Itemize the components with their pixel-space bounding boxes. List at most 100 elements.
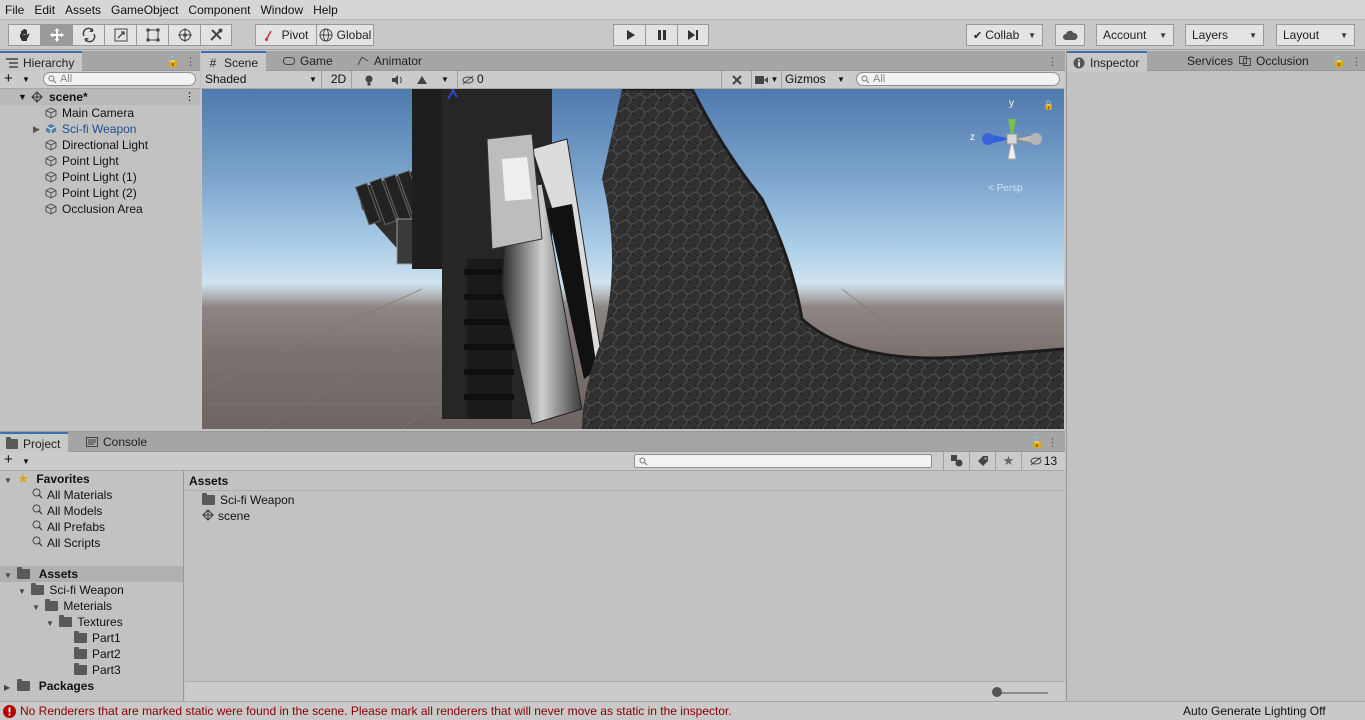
lock-icon[interactable]: 🔒	[1332, 55, 1346, 68]
icon-size-slider-track[interactable]	[998, 692, 1048, 694]
tab-scene[interactable]: # Scene	[201, 51, 267, 72]
chevron-down-icon: ▼	[1340, 30, 1348, 40]
rotate-tool-button[interactable]	[72, 24, 104, 46]
scale-tool-button[interactable]	[104, 24, 136, 46]
tree-folder-part1[interactable]: Part1	[74, 630, 121, 646]
folder-label: Meterials	[63, 599, 113, 613]
tab-console[interactable]: Console	[80, 432, 155, 452]
global-button[interactable]: Global	[316, 24, 374, 46]
lightbulb-icon[interactable]	[363, 74, 375, 86]
pivot-button[interactable]: Pivot	[255, 24, 316, 46]
collab-group: ✔ Collab ▼	[966, 24, 1043, 46]
tree-folder-part2[interactable]: Part2	[74, 646, 121, 662]
chevron-down-icon[interactable]: ▼	[441, 75, 449, 84]
tag-icon	[977, 456, 988, 466]
pause-button[interactable]	[645, 24, 677, 46]
auto-lighting-status[interactable]: Auto Generate Lighting Off	[1183, 702, 1326, 720]
assets-root[interactable]: ▼ Assets	[0, 566, 183, 582]
gizmo-projection-label[interactable]: < Persp	[988, 183, 1023, 194]
tree-folder-meterials[interactable]: ▼ Meterials	[32, 598, 112, 614]
kebab-menu-icon[interactable]: ⋮	[1047, 55, 1058, 68]
tab-occlusion[interactable]: Occlusion	[1233, 51, 1317, 71]
tree-folder-textures[interactable]: ▼ Textures	[46, 614, 123, 630]
move-tool-button[interactable]	[40, 24, 72, 46]
hidden-packages-toggle[interactable]: 13	[1021, 452, 1065, 470]
chevron-right-icon[interactable]: ▶	[33, 121, 40, 137]
lock-icon[interactable]: 🔒	[166, 55, 180, 68]
favorite-item-all-materials[interactable]: All Materials	[32, 487, 112, 503]
create-plus-icon[interactable]: +	[4, 451, 13, 468]
play-button[interactable]	[613, 24, 645, 46]
hand-tool-button[interactable]	[8, 24, 40, 46]
2d-toggle[interactable]: 2D	[326, 71, 352, 88]
tab-game[interactable]: Game	[277, 51, 341, 71]
asset-item-sci-fi-weapon[interactable]: Sci-fi Weapon	[202, 492, 294, 508]
tree-folder-part3[interactable]: Part3	[74, 662, 121, 678]
kebab-menu-icon[interactable]: ⋮	[1351, 55, 1362, 68]
camera-dropdown[interactable]: ▼	[751, 71, 781, 88]
menu-gameobject[interactable]: GameObject	[106, 0, 183, 20]
kebab-menu-icon[interactable]: ⋮	[184, 89, 195, 105]
scene-row[interactable]: ▼ scene* ⋮	[0, 89, 200, 105]
status-message[interactable]: No Renderers that are marked static were…	[20, 702, 732, 720]
project-search-input[interactable]	[634, 454, 932, 468]
tab-inspector[interactable]: Inspector	[1067, 51, 1148, 72]
layout-dropdown[interactable]: Layout ▼	[1276, 24, 1355, 46]
collab-dropdown[interactable]: ✔ Collab ▼	[966, 24, 1043, 46]
chevron-down-icon[interactable]: ▼	[22, 457, 30, 466]
kebab-menu-icon[interactable]: ⋮	[1047, 436, 1058, 449]
layers-dropdown[interactable]: Layers ▼	[1185, 24, 1264, 46]
account-dropdown[interactable]: Account ▼	[1096, 24, 1174, 46]
menu-component[interactable]: Component	[183, 0, 255, 20]
hierarchy-search-input[interactable]: All	[43, 72, 196, 86]
menu-help[interactable]: Help	[308, 0, 343, 20]
filter-by-label-button[interactable]	[969, 452, 995, 470]
custom-tool-button[interactable]	[200, 24, 232, 46]
breadcrumb-assets[interactable]: Assets	[189, 474, 228, 488]
lock-icon[interactable]: 🔒	[1043, 100, 1054, 111]
lock-icon[interactable]: 🔒	[1030, 436, 1044, 449]
shading-mode-dropdown[interactable]: Shaded ▼	[201, 71, 322, 88]
chevron-down-icon[interactable]: ▼	[22, 75, 30, 84]
tab-services[interactable]: Services	[1181, 51, 1241, 71]
cloud-button[interactable]	[1055, 24, 1085, 46]
menu-file[interactable]: File	[0, 0, 29, 20]
favorite-item-all-prefabs[interactable]: All Prefabs	[32, 519, 105, 535]
asset-label: scene	[218, 509, 251, 523]
breadcrumb[interactable]: Assets	[185, 471, 1065, 491]
scene-orientation-gizmo[interactable]: y z < Persp	[970, 98, 1052, 199]
error-icon[interactable]	[3, 705, 16, 718]
tree-folder-sci-fi-weapon[interactable]: ▼ Sci-fi Weapon	[18, 582, 124, 598]
asset-item-scene[interactable]: scene	[202, 508, 250, 524]
tab-scene-label: Scene	[224, 55, 259, 70]
menu-assets[interactable]: Assets	[60, 0, 106, 20]
favorite-label: All Materials	[47, 488, 113, 502]
rect-tool-button[interactable]	[136, 24, 168, 46]
favorites-header[interactable]: ▼ ★ Favorites	[0, 471, 184, 487]
filter-by-type-button[interactable]	[943, 452, 969, 470]
star-icon[interactable]: ★	[995, 452, 1021, 470]
scene-search-input[interactable]: All	[856, 72, 1060, 86]
scene-viewport[interactable]: y z < Persp 🔒	[202, 89, 1064, 429]
hidden-objects-toggle[interactable]: 0	[457, 71, 484, 88]
gizmos-dropdown[interactable]: Gizmos ▼	[781, 71, 847, 88]
effects-icon[interactable]	[416, 74, 428, 86]
icon-size-slider-thumb[interactable]	[992, 687, 1002, 697]
tab-project[interactable]: Project	[0, 432, 69, 453]
audio-icon[interactable]	[391, 74, 403, 86]
tab-hierarchy[interactable]: Hierarchy	[0, 51, 83, 72]
transform-tool-button[interactable]	[168, 24, 200, 46]
step-button[interactable]	[677, 24, 709, 46]
menu-window[interactable]: Window	[255, 0, 308, 20]
scene-tools-button[interactable]	[721, 71, 751, 88]
favorite-item-all-models[interactable]: All Models	[32, 503, 102, 519]
unity-scene-icon	[31, 91, 43, 103]
chevron-down-icon: ▼	[18, 92, 27, 102]
favorite-item-all-scripts[interactable]: All Scripts	[32, 535, 100, 551]
packages-root[interactable]: ▶ Packages	[0, 678, 94, 694]
tab-game-label: Game	[300, 54, 333, 68]
menu-edit[interactable]: Edit	[29, 0, 60, 20]
tab-animator[interactable]: Animator	[351, 51, 430, 71]
create-plus-icon[interactable]: +	[4, 70, 13, 87]
kebab-menu-icon[interactable]: ⋮	[185, 55, 196, 68]
